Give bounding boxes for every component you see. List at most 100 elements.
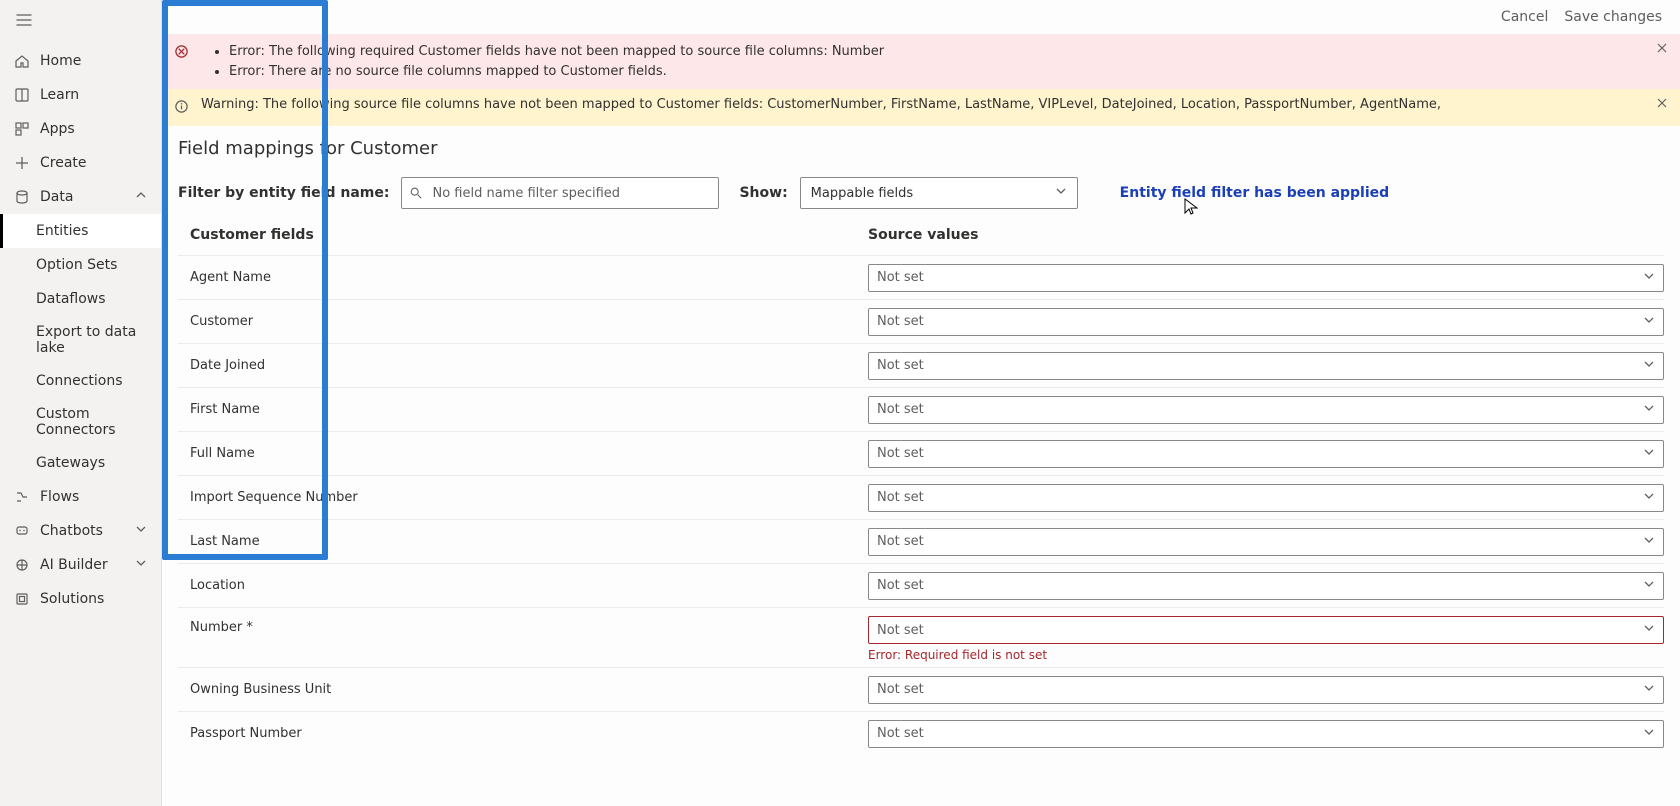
- nav-label: Apps: [40, 121, 75, 137]
- table-row: Last Name Not set: [178, 519, 1664, 563]
- show-select[interactable]: Mappable fields: [800, 177, 1078, 209]
- apps-icon: [14, 121, 30, 137]
- nav-create[interactable]: Create: [0, 146, 161, 180]
- chevron-down-icon: [135, 523, 147, 539]
- warning-banner: Warning: The following source file colum…: [162, 89, 1680, 126]
- save-changes-button[interactable]: Save changes: [1564, 9, 1662, 25]
- topbar: Cancel Save changes: [162, 0, 1680, 34]
- nav-option-sets[interactable]: Option Sets: [0, 248, 161, 282]
- chevron-down-icon: [1643, 682, 1655, 698]
- nav-connections[interactable]: Connections: [0, 364, 161, 398]
- show-value: Mappable fields: [811, 186, 913, 201]
- nav-solutions[interactable]: Solutions: [0, 582, 161, 616]
- field-name: Last Name: [178, 534, 868, 549]
- filter-input[interactable]: [401, 177, 719, 209]
- nav-custom-connectors[interactable]: Custom Connectors: [0, 398, 161, 446]
- nav-label: Flows: [40, 489, 79, 505]
- nav-data[interactable]: Data: [0, 180, 161, 214]
- field-name: Import Sequence Number: [178, 490, 868, 505]
- mapping-table: Agent NameNot setCustomerNot setDate Joi…: [178, 255, 1664, 755]
- chevron-down-icon: [1643, 402, 1655, 418]
- table-row: Passport Number Not set: [178, 711, 1664, 755]
- nav-ai-builder[interactable]: AI Builder: [0, 548, 161, 582]
- nav-flows[interactable]: Flows: [0, 480, 161, 514]
- field-name: Full Name: [178, 446, 868, 461]
- home-icon: [14, 53, 30, 69]
- main-pane: Cancel Save changes Error: The following…: [162, 0, 1680, 806]
- chevron-down-icon: [1643, 270, 1655, 286]
- plus-icon: [14, 155, 30, 171]
- header-customer-fields: Customer fields: [178, 227, 868, 243]
- source-select[interactable]: Not set: [868, 616, 1664, 644]
- flow-icon: [14, 489, 30, 505]
- menu-toggle[interactable]: [0, 0, 161, 44]
- nav-label: Dataflows: [36, 291, 106, 307]
- source-select[interactable]: Not set: [868, 484, 1664, 512]
- row-error: Error: Required field is not set: [868, 648, 1664, 662]
- chevron-down-icon: [1643, 578, 1655, 594]
- source-select[interactable]: Not set: [868, 264, 1664, 292]
- nav-label: Entities: [36, 223, 88, 239]
- table-row: Number *Not set Error: Required field is …: [178, 607, 1664, 667]
- nav-label: Create: [40, 155, 87, 171]
- table-row: First NameNot set: [178, 387, 1664, 431]
- filter-label: Filter by entity field name:: [178, 185, 389, 201]
- field-name: Number *: [178, 616, 868, 635]
- chevron-down-icon: [135, 557, 147, 573]
- close-icon[interactable]: [1656, 97, 1668, 113]
- source-value: Not set: [877, 314, 924, 329]
- nav-label: Gateways: [36, 455, 105, 471]
- error-icon: [174, 44, 189, 63]
- error-text: Error: There are no source file columns …: [229, 62, 884, 82]
- table-row: Import Sequence NumberNot set: [178, 475, 1664, 519]
- nav-label: Export to data lake: [36, 324, 147, 356]
- source-select[interactable]: Not set: [868, 528, 1664, 556]
- source-value: Not set: [877, 358, 924, 373]
- source-value: Not set: [877, 578, 924, 593]
- source-value: Not set: [877, 726, 924, 741]
- nav-label: Solutions: [40, 591, 104, 607]
- nav-apps[interactable]: Apps: [0, 112, 161, 146]
- book-icon: [14, 87, 30, 103]
- nav-chatbots[interactable]: Chatbots: [0, 514, 161, 548]
- field-name: First Name: [178, 402, 868, 417]
- chevron-up-icon: [135, 189, 147, 205]
- field-name: Passport Number: [178, 726, 868, 741]
- field-name: Date Joined: [178, 358, 868, 373]
- nav-label: Chatbots: [40, 523, 103, 539]
- nav-gateways[interactable]: Gateways: [0, 446, 161, 480]
- search-icon: [409, 185, 423, 204]
- source-select[interactable]: Not set: [868, 676, 1664, 704]
- nav-export[interactable]: Export to data lake: [0, 316, 161, 364]
- chevron-down-icon: [1643, 726, 1655, 742]
- nav-label: Option Sets: [36, 257, 117, 273]
- header-source-values: Source values: [868, 227, 978, 243]
- cancel-button[interactable]: Cancel: [1501, 9, 1548, 25]
- nav-home[interactable]: Home: [0, 44, 161, 78]
- chevron-down-icon: [1643, 490, 1655, 506]
- source-select[interactable]: Not set: [868, 352, 1664, 380]
- chevron-down-icon: [1643, 446, 1655, 462]
- source-select[interactable]: Not set: [868, 396, 1664, 424]
- close-icon[interactable]: [1656, 42, 1668, 58]
- field-name: Agent Name: [178, 270, 868, 285]
- nav-entities[interactable]: Entities: [0, 214, 161, 248]
- filter-input-wrap: [401, 177, 719, 209]
- chevron-down-icon: [1643, 534, 1655, 550]
- error-text: Error: The following required Customer f…: [229, 42, 884, 62]
- nav-label: Data: [40, 189, 73, 205]
- source-value: Not set: [877, 682, 924, 697]
- table-row: CustomerNot set: [178, 299, 1664, 343]
- nav-label: Home: [40, 53, 81, 69]
- source-select[interactable]: Not set: [868, 308, 1664, 336]
- source-value: Not set: [877, 534, 924, 549]
- source-select[interactable]: Not set: [868, 440, 1664, 468]
- source-select[interactable]: Not set: [868, 720, 1664, 748]
- nav-dataflows[interactable]: Dataflows: [0, 282, 161, 316]
- chevron-down-icon: [1643, 314, 1655, 330]
- source-value: Not set: [877, 270, 924, 285]
- nav-learn[interactable]: Learn: [0, 78, 161, 112]
- source-select[interactable]: Not set: [868, 572, 1664, 600]
- chevron-down-icon: [1643, 358, 1655, 374]
- source-value: Not set: [877, 446, 924, 461]
